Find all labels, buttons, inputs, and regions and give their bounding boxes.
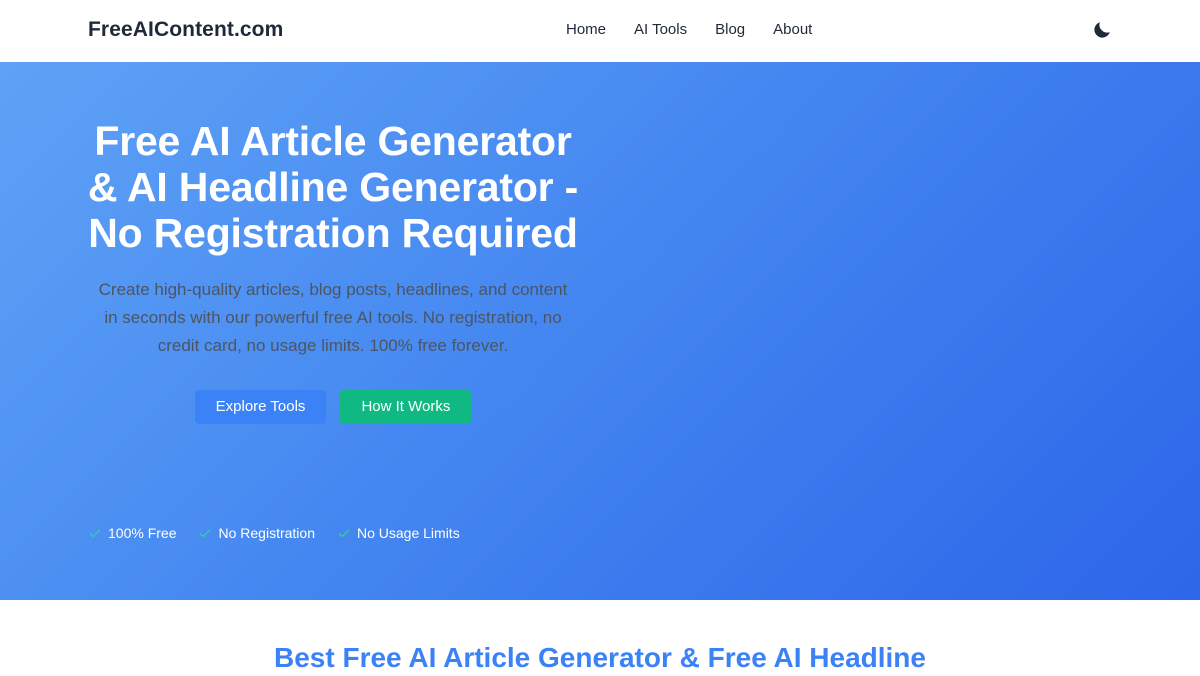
hero-content: Free AI Article Generator & AI Headline … [86, 118, 580, 424]
nav-home[interactable]: Home [566, 20, 606, 42]
feature-item: 100% Free [88, 524, 176, 542]
check-icon [338, 529, 350, 538]
explore-tools-button[interactable]: Explore Tools [194, 390, 327, 424]
section-title: Best Free AI Article Generator & Free AI… [274, 642, 926, 673]
check-icon [200, 529, 211, 538]
nav-blog[interactable]: Blog [715, 20, 745, 42]
hero-subtitle: Create high-quality articles, blog posts… [98, 280, 568, 355]
nav-ai-tools[interactable]: AI Tools [634, 20, 687, 42]
feature-item: No Usage Limits [337, 524, 460, 542]
hero-section: Free AI Article Generator & AI Headline … [0, 62, 1200, 600]
theme-toggle-button[interactable] [1091, 19, 1113, 41]
feature-label: 100% Free [108, 525, 177, 541]
feature-list: 100% Free No Registration No Usage Limit… [88, 524, 460, 542]
hero-title: Free AI Article Generator & AI Headline … [87, 118, 579, 256]
how-it-works-button[interactable]: How It Works [340, 390, 472, 424]
site-logo[interactable]: FreeAIContent.com [88, 17, 283, 43]
moon-icon [1094, 22, 1110, 38]
check-icon [89, 529, 101, 538]
feature-label: No Registration [218, 525, 315, 541]
site-header: FreeAIContent.com Home AI Tools Blog Abo… [0, 0, 1200, 62]
feature-item: No Registration [198, 524, 315, 542]
nav-about[interactable]: About [773, 20, 812, 42]
main-nav: Home AI Tools Blog About [566, 20, 840, 42]
feature-label: No Usage Limits [356, 525, 460, 541]
hero-buttons: Explore Tools How It Works [86, 390, 580, 424]
